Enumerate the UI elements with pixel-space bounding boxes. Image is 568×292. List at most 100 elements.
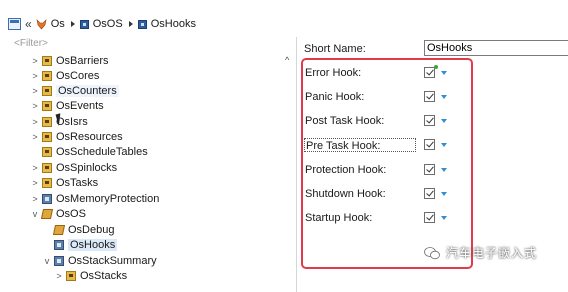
- tree-pane: <Filter> ^ > OsBarriers > OsCores > OsCo…: [0, 37, 297, 292]
- folder-icon: [42, 131, 52, 142]
- pre-task-hook-checkbox[interactable]: [424, 139, 435, 150]
- watermark: 汽车电子嵌入式: [424, 244, 537, 261]
- tree-item-label: OsCores: [56, 69, 100, 82]
- tree-item[interactable]: > OsTasks: [30, 175, 98, 190]
- tree-item[interactable]: > OsCores: [30, 68, 99, 83]
- expand-icon[interactable]: >: [54, 271, 64, 281]
- status-dot-icon: [434, 65, 438, 69]
- chevron-down-icon[interactable]: [441, 168, 447, 172]
- chevron-down-icon[interactable]: [441, 143, 447, 147]
- breadcrumb-item-oshooks[interactable]: OsHooks: [137, 18, 196, 30]
- tree-item-label: OsBarriers: [56, 54, 109, 67]
- expand-icon[interactable]: >: [30, 163, 40, 173]
- tree-item[interactable]: v OsStackSummary: [42, 253, 157, 268]
- container-icon: [42, 193, 52, 204]
- short-name-label: Short Name:: [304, 43, 366, 55]
- tree-item-label: OsDebug: [68, 223, 115, 236]
- container-icon: [137, 19, 147, 29]
- shutdown-hook-checkbox[interactable]: [424, 188, 435, 199]
- shutdown-hook-label: Shutdown Hook:: [305, 188, 386, 200]
- error-hook-label: Error Hook:: [305, 67, 362, 79]
- fox-module-icon: [36, 18, 47, 29]
- panic-hook-checkbox[interactable]: [424, 91, 435, 102]
- expand-icon[interactable]: >: [30, 178, 40, 188]
- panic-hook-label: Panic Hook:: [305, 91, 365, 103]
- tree-item[interactable]: > OsResources: [30, 129, 123, 144]
- home-icon[interactable]: [8, 18, 21, 30]
- breadcrumb-bar: « Os OsOS OsHooks: [0, 0, 568, 37]
- history-back-icon[interactable]: «: [25, 17, 32, 31]
- tree-item-label: OsEvents: [56, 99, 104, 112]
- expand-icon[interactable]: >: [30, 194, 40, 204]
- expand-icon[interactable]: >: [30, 56, 40, 66]
- tree-item[interactable]: OsScheduleTables: [30, 144, 148, 159]
- folder-icon: [66, 270, 76, 281]
- chevron-down-icon[interactable]: [441, 192, 447, 196]
- expand-icon[interactable]: >: [30, 86, 40, 96]
- expand-icon[interactable]: >: [30, 71, 40, 81]
- startup-hook-checkbox[interactable]: [424, 212, 435, 223]
- post-task-hook-checkbox[interactable]: [424, 115, 435, 126]
- error-hook-checkbox[interactable]: [424, 67, 435, 78]
- breadcrumb: « Os OsOS OsHooks: [8, 17, 200, 31]
- protection-hook-label: Protection Hook:: [305, 164, 387, 176]
- pre-task-hook-label: Pre Task Hook:: [304, 138, 416, 152]
- chevron-down-icon[interactable]: [441, 216, 447, 220]
- folder-icon: [42, 85, 52, 96]
- folder-icon: [42, 100, 52, 111]
- module-config-icon: [40, 208, 54, 219]
- tree-item[interactable]: > OsMemoryProtection: [30, 191, 159, 206]
- tree-item-label: OsResources: [56, 130, 123, 143]
- folder-icon: [42, 70, 52, 81]
- tree-item[interactable]: > OsEvents: [30, 98, 104, 113]
- breadcrumb-label: OsOS: [92, 18, 123, 30]
- breadcrumb-separator-icon[interactable]: [128, 21, 133, 27]
- tree-item-label: OsCounters: [56, 84, 119, 97]
- tree-item-label: OsSpinlocks: [56, 161, 118, 174]
- tree-item[interactable]: > OsSpinlocks: [30, 160, 117, 175]
- filter-input[interactable]: <Filter>: [14, 38, 48, 49]
- folder-icon: [42, 116, 52, 127]
- tree-item-label: OsStacks: [80, 269, 128, 282]
- folder-icon: [42, 177, 52, 188]
- breadcrumb-label: OsHooks: [150, 18, 196, 30]
- folder-icon: [42, 162, 52, 173]
- tree-item-label: OsTasks: [56, 176, 99, 189]
- protection-hook-checkbox[interactable]: [424, 164, 435, 175]
- folder-icon: [42, 55, 52, 66]
- breadcrumb-item-os[interactable]: Os: [36, 18, 65, 30]
- post-task-hook-label: Post Task Hook:: [305, 115, 385, 127]
- container-icon: [79, 19, 89, 29]
- tree-item-label: OsMemoryProtection: [56, 192, 160, 205]
- pen-icon: [52, 224, 66, 235]
- collapse-icon[interactable]: v: [30, 209, 40, 219]
- expand-icon[interactable]: >: [30, 117, 40, 127]
- startup-hook-label: Startup Hook:: [305, 212, 373, 224]
- chat-bubble-icon: [424, 246, 440, 259]
- watermark-text: 汽车电子嵌入式: [446, 246, 538, 260]
- expand-icon[interactable]: >: [30, 101, 40, 111]
- container-icon: [54, 239, 64, 250]
- chevron-down-icon[interactable]: [441, 71, 447, 75]
- short-name-input[interactable]: [424, 40, 568, 56]
- tree-item[interactable]: > OsCounters: [30, 83, 119, 98]
- container-icon: [54, 255, 64, 266]
- tree-item[interactable]: OsHooks: [42, 237, 118, 252]
- tree-item-label: OsScheduleTables: [56, 145, 148, 158]
- breadcrumb-separator-icon[interactable]: [70, 21, 75, 27]
- tree-item-label: OsHooks: [68, 238, 118, 251]
- tree-item[interactable]: v OsOS: [30, 206, 86, 221]
- chevron-down-icon[interactable]: [441, 95, 447, 99]
- folder-icon: [42, 146, 52, 157]
- tree-item[interactable]: OsDebug: [42, 222, 114, 237]
- breadcrumb-label: Os: [50, 18, 65, 30]
- chevron-down-icon[interactable]: [441, 119, 447, 123]
- expand-icon[interactable]: >: [30, 132, 40, 142]
- breadcrumb-item-osos[interactable]: OsOS: [79, 18, 123, 30]
- scroll-up-icon[interactable]: ^: [285, 55, 289, 65]
- tree-item-label: OsOS: [56, 207, 86, 220]
- tree-item-label: OsStackSummary: [68, 254, 157, 267]
- collapse-icon[interactable]: v: [42, 256, 52, 266]
- tree-item[interactable]: > OsStacks: [54, 268, 127, 283]
- tree-item[interactable]: > OsBarriers: [30, 53, 109, 68]
